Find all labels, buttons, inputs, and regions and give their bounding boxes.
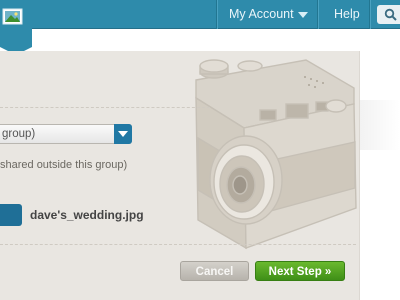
upload-page: My Account Help group) shared outside th…	[0, 0, 400, 300]
group-select-value: group)	[2, 128, 36, 140]
camera-illustration	[195, 59, 357, 250]
group-select[interactable]: group)	[0, 124, 132, 144]
nav-divider	[370, 0, 371, 29]
chevron-down-icon	[118, 131, 128, 137]
browse-button[interactable]	[0, 204, 22, 226]
section-divider	[0, 244, 356, 245]
help-link[interactable]: Help	[334, 0, 364, 29]
nav-divider	[217, 0, 218, 29]
select-arrow-button[interactable]	[114, 124, 132, 144]
photo-icon	[2, 8, 23, 25]
sharing-hint: shared outside this group)	[0, 159, 128, 171]
panel-shadow	[360, 100, 400, 150]
search-icon[interactable]	[384, 8, 397, 21]
selected-file-name: dave's_wedding.jpg	[30, 208, 144, 222]
section-divider	[0, 107, 210, 108]
chevron-down-icon[interactable]	[297, 11, 309, 19]
next-step-button[interactable]: Next Step »	[255, 261, 345, 281]
logo-tab[interactable]	[0, 0, 32, 47]
cancel-button[interactable]: Cancel	[180, 261, 249, 281]
nav-divider	[318, 0, 319, 29]
